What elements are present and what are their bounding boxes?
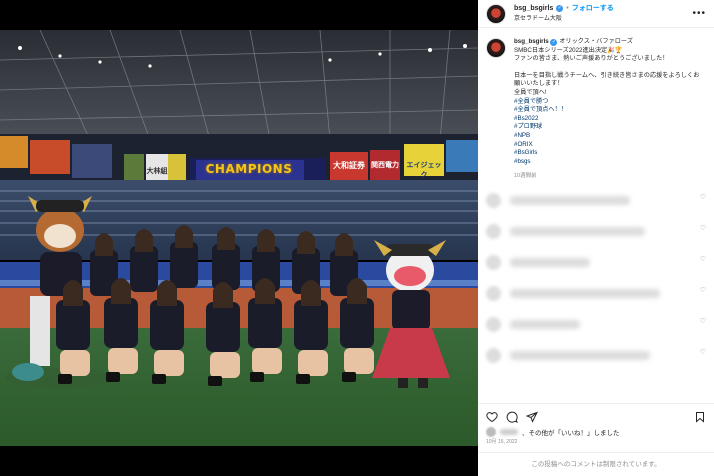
comment-list: ♡ ♡ ♡ ♡ ♡ ♡ [478, 192, 714, 379]
comment-avatar[interactable] [486, 347, 501, 363]
hashtag-link[interactable]: #プロ野球 [514, 123, 704, 132]
share-icon[interactable] [525, 410, 538, 423]
action-bar [478, 403, 714, 427]
comment-heart-icon[interactable]: ♡ [700, 317, 706, 325]
comment-avatar[interactable] [486, 285, 501, 301]
likes-summary: 、その他が「いいね！」しました [486, 427, 620, 437]
comment-text-blurred [510, 319, 580, 329]
comment-text-blurred [510, 257, 590, 267]
list-item: ♡ [478, 285, 714, 317]
scoreboard-text: CHAMPIONS [205, 162, 293, 176]
caption-line: 日本一を目指し戦うチームへ、引き続き皆さまの応援をよろしくお願いいたします！ [514, 71, 700, 88]
comment-text-blurred [510, 350, 650, 360]
post-photo[interactable]: CHAMPIONS 大和証券 関西電力 大林組 エイジェック [0, 0, 478, 476]
caption: bsg_bsgirls ✓ オリックス・バファローズ SMBC日本シリーズ202… [478, 28, 714, 181]
caption-line: ファンの皆さま、熱いご声援ありがとうございました！ [514, 55, 669, 63]
more-options-icon[interactable]: ••• [692, 8, 706, 19]
hashtag-link[interactable]: #NPB [514, 132, 704, 141]
liker-avatar[interactable] [486, 427, 496, 437]
hashtag-link[interactable]: #bsgs [514, 158, 704, 167]
caption-line: オリックス・バファローズ [559, 38, 633, 45]
stadium-photo [0, 0, 478, 476]
list-item: ♡ [478, 192, 714, 224]
ad-kepco: 関西電力 [371, 161, 399, 169]
comment-avatar[interactable] [486, 316, 501, 332]
comment-avatar[interactable] [486, 192, 501, 208]
ad-obayashi: 大林組 [146, 167, 168, 175]
comment-icon[interactable] [506, 410, 518, 423]
hashtag-link[interactable]: #ORIX [514, 141, 704, 150]
caption-timestamp: 10週間前 [514, 173, 537, 180]
post-side-panel: bsg_bsgirls ✓ • フォローする 京セラドーム大阪 ••• bsg_… [478, 0, 714, 476]
caption-avatar[interactable] [486, 38, 506, 58]
comment-text-blurred [510, 288, 660, 298]
likes-text: 、その他が「いいね！」しました [522, 430, 620, 437]
verified-badge-icon: ✓ [556, 4, 564, 12]
avatar[interactable] [486, 3, 506, 24]
comment-heart-icon[interactable]: ♡ [700, 224, 706, 232]
ad-daiwa: 大和証券 [333, 161, 365, 170]
comment-heart-icon[interactable]: ♡ [700, 286, 706, 294]
comment-avatar[interactable] [486, 223, 501, 239]
hashtag-link[interactable]: #全員で勝つ [514, 98, 704, 107]
post-header: bsg_bsgirls ✓ • フォローする 京セラドーム大阪 ••• [478, 0, 714, 28]
comment-text-blurred [510, 226, 645, 236]
caption-username[interactable]: bsg_bsgirls [514, 38, 549, 45]
list-item: ♡ [478, 347, 714, 379]
caption-line: 全員で頂へ! [514, 88, 547, 96]
list-item: ♡ [478, 254, 714, 286]
ad-ageck: エイジェック [406, 161, 442, 179]
list-item: ♡ [478, 223, 714, 255]
comments-restricted-note: この投稿へのコメントは制限されています。 [478, 452, 714, 476]
follow-button[interactable]: フォローする [572, 3, 614, 14]
list-item: ♡ [478, 316, 714, 348]
heart-icon[interactable] [486, 410, 498, 422]
bookmark-icon[interactable] [694, 410, 706, 423]
hashtag-link[interactable]: #Bs2022 [514, 115, 704, 124]
hashtag-link[interactable]: #全員で頂点へ！！ [514, 106, 704, 115]
comment-avatar[interactable] [486, 254, 501, 270]
caption-line: SMBC日本シリーズ2022進出決定🎉🏆 [514, 46, 623, 54]
comment-text-blurred [510, 195, 630, 205]
header-username[interactable]: bsg_bsgirls [514, 3, 553, 14]
hashtag-link[interactable]: #BsGirls [514, 149, 704, 158]
comment-heart-icon[interactable]: ♡ [700, 255, 706, 263]
liker-name-blurred[interactable] [500, 429, 518, 435]
caption-verified-icon: ✓ [550, 39, 558, 46]
location-link[interactable]: 京セラドーム大阪 [514, 14, 692, 25]
comment-heart-icon[interactable]: ♡ [700, 348, 706, 356]
separator-dot: • [566, 4, 569, 12]
post-date: 10月 15, 2022 [486, 439, 518, 445]
comment-heart-icon[interactable]: ♡ [700, 193, 706, 201]
